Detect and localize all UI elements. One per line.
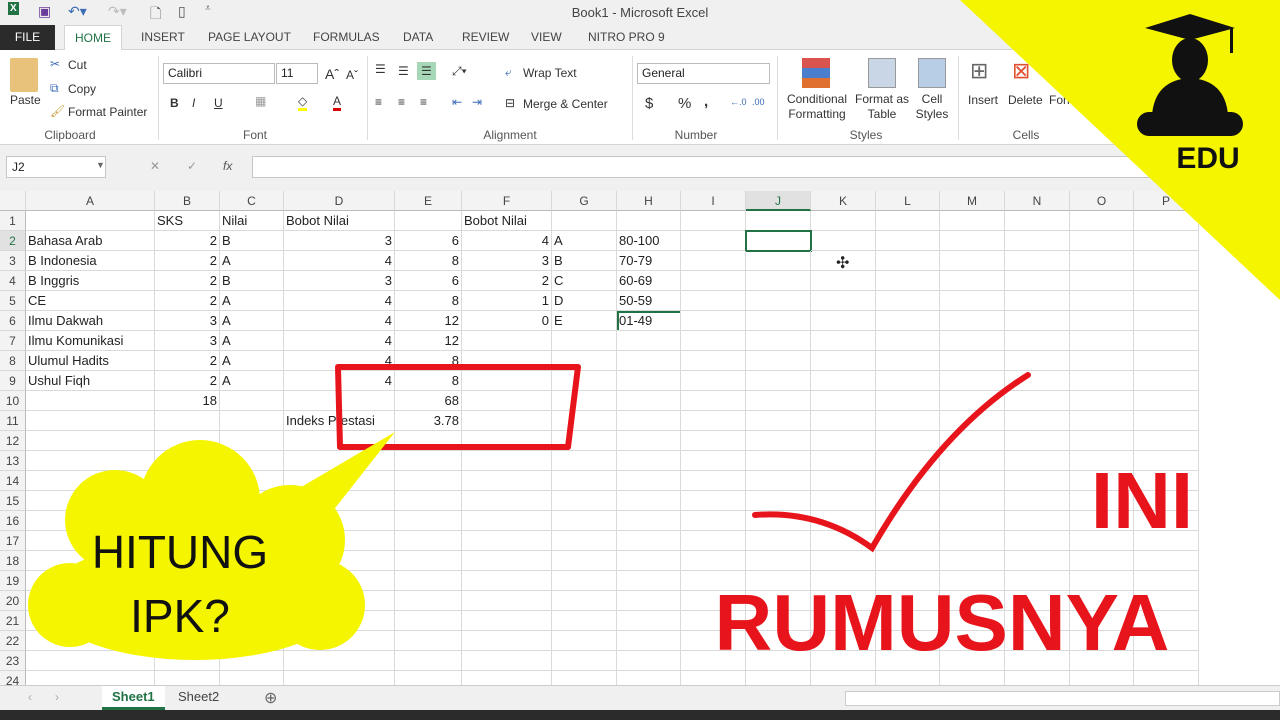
bubble-text-line2: IPK?	[130, 590, 230, 642]
red-highlight-box	[335, 364, 581, 450]
red-checkmark-icon	[752, 372, 1031, 553]
thumbnail-overlay: EDU HITUNG IPK? INI RUMUSNYA	[28, 0, 1280, 667]
headline-rumusnya: RUMUSNYA	[715, 578, 1170, 667]
logo-text: EDU	[1176, 142, 1239, 175]
cell-cursor-icon: ✣	[836, 255, 850, 272]
bubble-text-line1: HITUNG	[92, 526, 268, 578]
headline-ini: INI	[1091, 456, 1193, 545]
